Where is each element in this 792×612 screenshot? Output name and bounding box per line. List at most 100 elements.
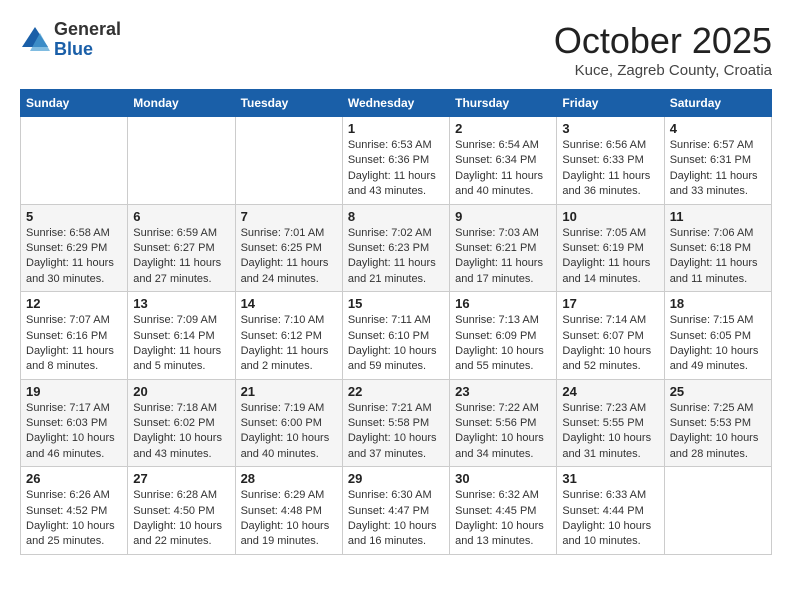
day-number: 14 — [241, 296, 337, 311]
weekday-header-row: SundayMondayTuesdayWednesdayThursdayFrid… — [21, 90, 772, 117]
day-info: Sunrise: 7:21 AM Sunset: 5:58 PM Dayligh… — [348, 401, 444, 463]
calendar-cell: 16 Sunrise: 7:13 AM Sunset: 6:09 PM Dayli… — [450, 292, 557, 380]
calendar-cell: 17 Sunrise: 7:14 AM Sunset: 6:07 PM Dayli… — [557, 292, 664, 380]
calendar-cell: 10Sunrise: 7:05 AM Sunset: 6:19 PM Dayli… — [557, 204, 664, 292]
day-info: Sunrise: 7:02 AM Sunset: 6:23 PM Dayligh… — [348, 226, 444, 288]
day-info: Sunrise: 6:26 AM Sunset: 4:52 PM Dayligh… — [26, 488, 122, 550]
day-number: 17 — [562, 296, 658, 311]
calendar-cell: 15 Sunrise: 7:11 AM Sunset: 6:10 PM Dayli… — [342, 292, 449, 380]
calendar-cell: 4 Sunrise: 6:57 AM Sunset: 6:31 PM Daylig… — [664, 117, 771, 205]
calendar-cell: 18 Sunrise: 7:15 AM Sunset: 6:05 PM Dayli… — [664, 292, 771, 380]
day-number: 7 — [241, 209, 337, 224]
day-info: Sunrise: 6:32 AM Sunset: 4:45 PM Dayligh… — [455, 488, 551, 550]
day-info: Sunrise: 6:30 AM Sunset: 4:47 PM Dayligh… — [348, 488, 444, 550]
logo-text: General Blue — [54, 20, 121, 60]
calendar-cell: 28 Sunrise: 6:29 AM Sunset: 4:48 PM Dayli… — [235, 467, 342, 555]
day-info: Sunrise: 6:29 AM Sunset: 4:48 PM Dayligh… — [241, 488, 337, 550]
calendar-cell — [664, 467, 771, 555]
day-number: 23 — [455, 384, 551, 399]
calendar-cell: 6Sunrise: 6:59 AM Sunset: 6:27 PM Daylig… — [128, 204, 235, 292]
day-number: 16 — [455, 296, 551, 311]
day-number: 11 — [670, 209, 766, 224]
week-row-4: 19 Sunrise: 7:17 AM Sunset: 6:03 PM Dayli… — [21, 379, 772, 467]
calendar-cell: 14 Sunrise: 7:10 AM Sunset: 6:12 PM Dayli… — [235, 292, 342, 380]
day-info: Sunrise: 7:25 AM Sunset: 5:53 PM Dayligh… — [670, 401, 766, 463]
day-info: Sunrise: 7:10 AM Sunset: 6:12 PM Dayligh… — [241, 313, 337, 375]
calendar-cell: 5 Sunrise: 6:58 AM Sunset: 6:29 PM Daylig… — [21, 204, 128, 292]
calendar-cell: 21 Sunrise: 7:19 AM Sunset: 6:00 PM Dayli… — [235, 379, 342, 467]
calendar-cell: 19 Sunrise: 7:17 AM Sunset: 6:03 PM Dayli… — [21, 379, 128, 467]
day-info: Sunrise: 7:03 AM Sunset: 6:21 PM Dayligh… — [455, 226, 551, 288]
day-info: Sunrise: 7:22 AM Sunset: 5:56 PM Dayligh… — [455, 401, 551, 463]
calendar-cell: 2Sunrise: 6:54 AM Sunset: 6:34 PM Daylig… — [450, 117, 557, 205]
day-number: 13 — [133, 296, 229, 311]
day-number: 18 — [670, 296, 766, 311]
day-info: Sunrise: 7:11 AM Sunset: 6:10 PM Dayligh… — [348, 313, 444, 375]
day-info: Sunrise: 6:57 AM Sunset: 6:31 PM Dayligh… — [670, 138, 766, 200]
day-number: 3 — [562, 121, 658, 136]
week-row-2: 5 Sunrise: 6:58 AM Sunset: 6:29 PM Daylig… — [21, 204, 772, 292]
day-info: Sunrise: 7:19 AM Sunset: 6:00 PM Dayligh… — [241, 401, 337, 463]
day-info: Sunrise: 6:54 AM Sunset: 6:34 PM Dayligh… — [455, 138, 551, 200]
weekday-header-saturday: Saturday — [664, 90, 771, 117]
logo-general-text: General — [54, 20, 121, 40]
calendar-cell: 8Sunrise: 7:02 AM Sunset: 6:23 PM Daylig… — [342, 204, 449, 292]
day-info: Sunrise: 6:56 AM Sunset: 6:33 PM Dayligh… — [562, 138, 658, 200]
day-info: Sunrise: 7:15 AM Sunset: 6:05 PM Dayligh… — [670, 313, 766, 375]
calendar-cell: 24Sunrise: 7:23 AM Sunset: 5:55 PM Dayli… — [557, 379, 664, 467]
day-info: Sunrise: 7:17 AM Sunset: 6:03 PM Dayligh… — [26, 401, 122, 463]
day-number: 26 — [26, 471, 122, 486]
calendar-cell: 29Sunrise: 6:30 AM Sunset: 4:47 PM Dayli… — [342, 467, 449, 555]
weekday-header-friday: Friday — [557, 90, 664, 117]
day-number: 19 — [26, 384, 122, 399]
logo-blue-text: Blue — [54, 40, 121, 60]
day-number: 25 — [670, 384, 766, 399]
day-number: 12 — [26, 296, 122, 311]
day-number: 6 — [133, 209, 229, 224]
calendar-cell: 11 Sunrise: 7:06 AM Sunset: 6:18 PM Dayli… — [664, 204, 771, 292]
day-number: 5 — [26, 209, 122, 224]
day-info: Sunrise: 7:13 AM Sunset: 6:09 PM Dayligh… — [455, 313, 551, 375]
day-number: 1 — [348, 121, 444, 136]
page-header: General Blue October 2025 Kuce, Zagreb C… — [20, 20, 772, 79]
day-number: 9 — [455, 209, 551, 224]
day-info: Sunrise: 7:01 AM Sunset: 6:25 PM Dayligh… — [241, 226, 337, 288]
weekday-header-tuesday: Tuesday — [235, 90, 342, 117]
weekday-header-monday: Monday — [128, 90, 235, 117]
calendar-cell: 31Sunrise: 6:33 AM Sunset: 4:44 PM Dayli… — [557, 467, 664, 555]
day-number: 27 — [133, 471, 229, 486]
calendar-cell: 13 Sunrise: 7:09 AM Sunset: 6:14 PM Dayli… — [128, 292, 235, 380]
calendar-cell: 12 Sunrise: 7:07 AM Sunset: 6:16 PM Dayli… — [21, 292, 128, 380]
week-row-1: 1Sunrise: 6:53 AM Sunset: 6:36 PM Daylig… — [21, 117, 772, 205]
calendar-cell: 30 Sunrise: 6:32 AM Sunset: 4:45 PM Dayli… — [450, 467, 557, 555]
calendar-cell — [21, 117, 128, 205]
title-block: October 2025 Kuce, Zagreb County, Croati… — [554, 20, 772, 79]
day-info: Sunrise: 7:07 AM Sunset: 6:16 PM Dayligh… — [26, 313, 122, 375]
day-number: 21 — [241, 384, 337, 399]
day-number: 30 — [455, 471, 551, 486]
weekday-header-sunday: Sunday — [21, 90, 128, 117]
calendar-cell: 23 Sunrise: 7:22 AM Sunset: 5:56 PM Dayli… — [450, 379, 557, 467]
day-number: 15 — [348, 296, 444, 311]
day-info: Sunrise: 6:58 AM Sunset: 6:29 PM Dayligh… — [26, 226, 122, 288]
calendar-cell: 20Sunrise: 7:18 AM Sunset: 6:02 PM Dayli… — [128, 379, 235, 467]
day-number: 4 — [670, 121, 766, 136]
calendar-cell: 7 Sunrise: 7:01 AM Sunset: 6:25 PM Daylig… — [235, 204, 342, 292]
week-row-3: 12 Sunrise: 7:07 AM Sunset: 6:16 PM Dayli… — [21, 292, 772, 380]
day-info: Sunrise: 7:09 AM Sunset: 6:14 PM Dayligh… — [133, 313, 229, 375]
calendar-cell: 9 Sunrise: 7:03 AM Sunset: 6:21 PM Daylig… — [450, 204, 557, 292]
day-info: Sunrise: 6:28 AM Sunset: 4:50 PM Dayligh… — [133, 488, 229, 550]
day-number: 20 — [133, 384, 229, 399]
weekday-header-wednesday: Wednesday — [342, 90, 449, 117]
day-number: 28 — [241, 471, 337, 486]
logo: General Blue — [20, 20, 121, 60]
month-title: October 2025 — [554, 20, 772, 62]
day-info: Sunrise: 7:14 AM Sunset: 6:07 PM Dayligh… — [562, 313, 658, 375]
location-text: Kuce, Zagreb County, Croatia — [554, 62, 772, 79]
calendar-cell: 27 Sunrise: 6:28 AM Sunset: 4:50 PM Dayli… — [128, 467, 235, 555]
calendar-cell: 1Sunrise: 6:53 AM Sunset: 6:36 PM Daylig… — [342, 117, 449, 205]
day-info: Sunrise: 7:06 AM Sunset: 6:18 PM Dayligh… — [670, 226, 766, 288]
calendar-table: SundayMondayTuesdayWednesdayThursdayFrid… — [20, 89, 772, 555]
calendar-cell: 22Sunrise: 7:21 AM Sunset: 5:58 PM Dayli… — [342, 379, 449, 467]
day-info: Sunrise: 7:23 AM Sunset: 5:55 PM Dayligh… — [562, 401, 658, 463]
